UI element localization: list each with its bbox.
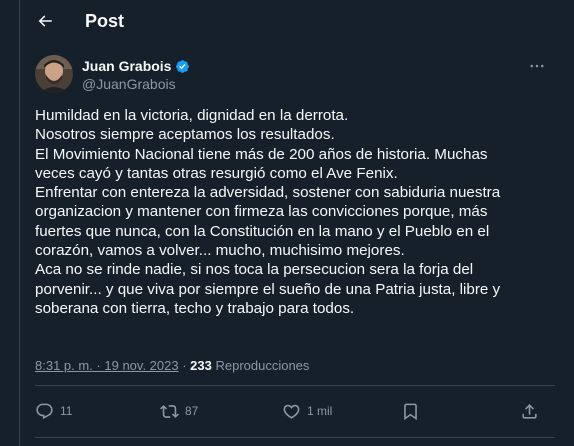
post-text-line: Humildad en la victoria, dignidad en la … [35, 107, 349, 124]
arrow-left-icon [38, 15, 52, 27]
author-handle[interactable]: @JuanGrabois [82, 76, 176, 92]
repost-count: 87 [185, 404, 199, 418]
post-text: Humildad en la victoria, dignidad en la … [35, 106, 555, 318]
post-text-line: veces cayó y tantas otras resurgió como … [35, 164, 398, 182]
divider [35, 385, 555, 386]
post-date: 19 nov. 2023 [104, 358, 179, 373]
action-bar: 11 87 1 mil [20, 398, 574, 424]
avatar[interactable] [35, 55, 73, 93]
post-time: 8:31 p. m. [35, 358, 93, 373]
bookmark-icon [404, 403, 417, 420]
share-icon [522, 403, 537, 419]
like-button[interactable]: 1 mil [282, 398, 332, 424]
reply-icon [36, 403, 53, 419]
page-title: Post [85, 11, 125, 31]
author-name[interactable]: Juan Grabois [82, 58, 190, 74]
repost-icon [160, 404, 179, 418]
post-text-line: Nosotros siempre aceptamos los resultado… [35, 126, 335, 144]
page-header: Post [20, 0, 574, 44]
reply-count: 11 [60, 404, 73, 418]
avatar-photo [35, 55, 73, 93]
heart-icon [283, 404, 300, 419]
like-count: 1 mil [307, 404, 333, 418]
post-text-line: porvenir... y que viva por siempre el su… [35, 280, 501, 298]
bookmark-button[interactable] [401, 398, 420, 424]
more-options-button[interactable] [525, 56, 549, 76]
views-count[interactable]: 233 [190, 358, 212, 373]
post-text-line: Aca no se rinde nadie, si nos toca la pe… [35, 261, 474, 279]
verified-badge-icon [176, 59, 190, 73]
meta-separator: · [92, 358, 105, 373]
post-page: Post Juan Grabois @JuanGrabois Humildad … [19, 0, 574, 446]
back-button[interactable] [30, 6, 60, 36]
post-text-line: corazón, vamos a volver... mucho, muchis… [35, 242, 405, 260]
post-text-line: El Movimiento Nacional tiene más de 200 … [35, 145, 488, 163]
divider [35, 437, 555, 438]
post-timestamp[interactable]: 8:31 p. m. · 19 nov. 2023 [35, 358, 179, 373]
views-label: Reproducciones [211, 358, 310, 373]
post-text-line: Enfrentar con entereza la adversidad, so… [35, 184, 501, 202]
post-text-line: fuertes que nunca, con la Constitución e… [35, 222, 490, 240]
post-meta: 8:31 p. m. · 19 nov. 2023 · 233 Reproduc… [35, 358, 309, 373]
post-text-line: organizacion y mantener con firmeza las … [35, 203, 488, 221]
repost-button[interactable]: 87 [160, 398, 198, 424]
reply-button[interactable]: 11 [35, 398, 72, 424]
meta-separator: · [178, 358, 191, 373]
post-text-line: soberana con tierra, techo y trabajo par… [35, 299, 355, 317]
more-icon [530, 64, 544, 68]
author-name-text: Juan Grabois [82, 58, 172, 74]
share-button[interactable] [520, 398, 539, 424]
